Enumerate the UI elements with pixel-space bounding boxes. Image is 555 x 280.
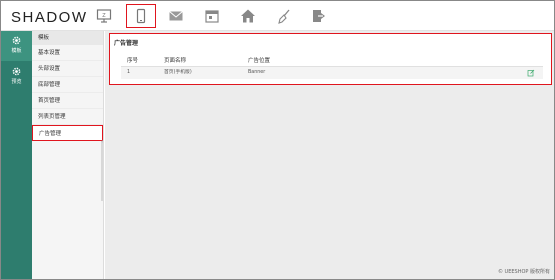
ad-management-panel: 广告管理 • 序号 页面名称 广告位置 1 首页(手机版) Banner bbox=[109, 33, 552, 85]
gear-icon bbox=[12, 67, 21, 76]
secondary-sidebar: 模板 基本设置 头部设置 底部管理 首页管理 列表页管理 广告管理 bbox=[32, 31, 104, 279]
calendar-icon[interactable] bbox=[197, 4, 227, 28]
sidebar-scrollbar[interactable] bbox=[101, 141, 103, 201]
svg-text:Z: Z bbox=[102, 13, 106, 19]
ad-table: 序号 页面名称 广告位置 1 首页(手机版) Banner bbox=[121, 55, 543, 79]
sidebar-item-basic-settings[interactable]: 基本设置 bbox=[32, 45, 103, 61]
cell-page-name: 首页(手机版) bbox=[164, 70, 192, 75]
column-header-action bbox=[518, 55, 543, 66]
panel-title: 广告管理 bbox=[114, 40, 139, 47]
edit-icon bbox=[527, 69, 534, 77]
gear-icon bbox=[12, 36, 21, 45]
cell-ad-position: Banner bbox=[248, 70, 266, 75]
mail-icon[interactable] bbox=[161, 4, 191, 28]
edit-button[interactable] bbox=[518, 67, 543, 79]
nav-item-preview[interactable]: 预览 bbox=[1, 62, 32, 92]
nav-label: 预览 bbox=[11, 79, 22, 85]
sidebar-item-header-settings[interactable]: 头部设置 bbox=[32, 61, 103, 77]
logo: SHADOW bbox=[11, 9, 88, 26]
sidebar-item-home-management[interactable]: 首页管理 bbox=[32, 93, 103, 109]
sidebar-item-ad-management[interactable]: 广告管理 bbox=[32, 125, 103, 141]
nav-item-template[interactable]: 模板 bbox=[1, 31, 32, 61]
column-header-ad-position: 广告位置 bbox=[248, 58, 271, 64]
top-bar: SHADOW Z bbox=[1, 1, 554, 31]
home-icon[interactable] bbox=[233, 4, 263, 28]
table-header: 序号 页面名称 广告位置 bbox=[121, 55, 543, 67]
table-row: 1 首页(手机版) Banner bbox=[121, 67, 543, 79]
logout-icon[interactable] bbox=[304, 4, 334, 28]
column-header-index: 序号 bbox=[127, 58, 139, 64]
sidebar-header: 模板 bbox=[32, 31, 103, 45]
monitor-icon[interactable]: Z bbox=[89, 4, 119, 28]
sidebar-item-footer-management[interactable]: 底部管理 bbox=[32, 77, 103, 93]
broom-icon[interactable] bbox=[269, 4, 299, 28]
cell-index: 1 bbox=[127, 70, 131, 75]
sidebar-item-list-page-management[interactable]: 列表页管理 bbox=[32, 109, 103, 125]
mobile-icon[interactable] bbox=[126, 4, 156, 28]
footer-copyright: © UEESHOP 版权所有 bbox=[497, 269, 550, 275]
primary-nav: 模板 预览 bbox=[1, 31, 32, 279]
collapse-arrow-icon[interactable]: ‹ bbox=[101, 138, 103, 145]
column-header-page-name: 页面名称 bbox=[164, 58, 187, 64]
main-content: 广告管理 • 序号 页面名称 广告位置 1 首页(手机版) Banner © U… bbox=[105, 31, 554, 279]
nav-label: 模板 bbox=[11, 48, 22, 54]
